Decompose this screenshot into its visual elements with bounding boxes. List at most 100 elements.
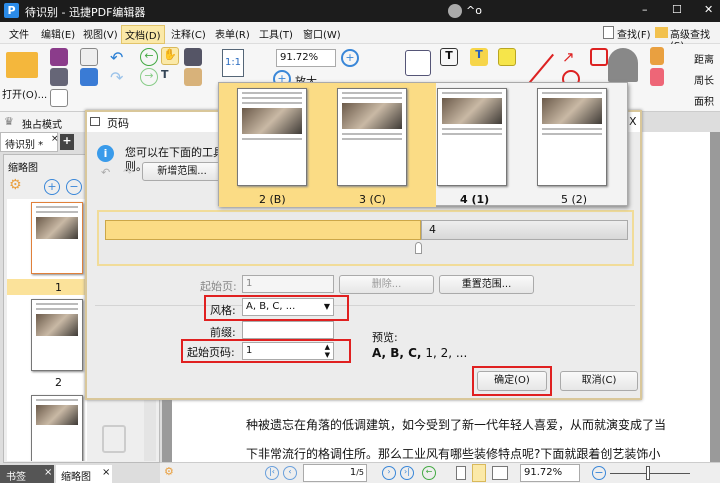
save-icon[interactable] bbox=[50, 48, 68, 66]
menu-bar: 文件 编辑(E) 视图(V) 文档(D) 注释(C) 表单(R) 工具(T) 窗… bbox=[0, 22, 720, 52]
actual-size-icon[interactable]: 1:1 bbox=[222, 49, 244, 77]
settings-gear-icon[interactable]: ⚙ bbox=[164, 465, 174, 478]
menu-comment[interactable]: 注释(C) bbox=[168, 25, 209, 42]
document-tab-close[interactable]: × bbox=[51, 134, 59, 144]
redo-range-icon[interactable]: ↷ bbox=[123, 166, 132, 179]
two-page-icon[interactable] bbox=[492, 466, 508, 480]
bookmarks-close[interactable]: × bbox=[44, 467, 52, 478]
menu-file[interactable]: 文件 bbox=[6, 25, 32, 42]
print-icon[interactable] bbox=[50, 68, 68, 86]
redo-icon[interactable]: ↷ bbox=[110, 68, 128, 87]
style-select[interactable]: A, B, C, ... ▼ bbox=[242, 298, 334, 316]
range-split-handle[interactable] bbox=[415, 242, 422, 254]
typewriter-icon[interactable]: T bbox=[440, 48, 458, 66]
dialog-close-button[interactable]: X bbox=[629, 115, 637, 128]
cancel-button[interactable]: 取消(C) bbox=[560, 371, 638, 391]
thumbnail-page-1[interactable] bbox=[31, 202, 83, 274]
next-page-icon[interactable]: › bbox=[382, 466, 396, 480]
menu-document[interactable]: 文档(D) bbox=[121, 25, 165, 44]
arrow-tool-icon[interactable]: ↗ bbox=[562, 48, 580, 66]
zoom-select[interactable]: 91.72% bbox=[276, 49, 336, 67]
pencil-icon[interactable] bbox=[650, 47, 664, 65]
menu-window[interactable]: 窗口(W) bbox=[300, 25, 344, 42]
popup-page-2[interactable] bbox=[237, 88, 307, 186]
line-tool-icon[interactable] bbox=[528, 53, 554, 85]
zoom-out-thumb-icon[interactable]: − bbox=[66, 179, 82, 195]
page-input[interactable]: 1/5 bbox=[303, 464, 367, 482]
reset-range-button[interactable]: 重置范围... bbox=[439, 275, 534, 294]
preview-label: 预览: bbox=[372, 331, 398, 344]
document-tab[interactable]: 待识别 * × bbox=[0, 132, 59, 152]
thumb-list: 1 2 bbox=[7, 199, 87, 461]
back-view-icon[interactable]: ← bbox=[422, 466, 436, 480]
scan-icon[interactable] bbox=[80, 68, 98, 86]
find-button[interactable]: 查找(F) bbox=[614, 25, 654, 42]
popup-page-4[interactable] bbox=[437, 88, 507, 186]
range-bar-rest[interactable] bbox=[421, 220, 628, 240]
open-folder-icon[interactable] bbox=[6, 52, 38, 78]
menu-edit[interactable]: 编辑(E) bbox=[38, 25, 78, 42]
minimize-button[interactable]: – bbox=[642, 3, 648, 16]
title-bar: P 待识别 - 迅捷PDF编辑器 ^o – ☐ ✕ bbox=[0, 0, 720, 22]
status-zoom-select[interactable]: 91.72% bbox=[520, 464, 580, 482]
note-icon[interactable] bbox=[498, 48, 516, 66]
prefix-input[interactable] bbox=[242, 321, 334, 339]
snapshot-icon[interactable] bbox=[184, 48, 202, 66]
undo-icon[interactable]: ↶ bbox=[110, 48, 128, 67]
eraser-icon[interactable] bbox=[650, 68, 664, 86]
first-page-icon[interactable]: |‹ bbox=[265, 466, 279, 480]
add-range-button[interactable]: 新增范围... bbox=[142, 162, 222, 181]
spinner-icon[interactable]: ▲ ▼ bbox=[325, 343, 330, 359]
bottom-tab-thumbnails[interactable]: 缩略图 × bbox=[56, 465, 112, 483]
polygon-tool-icon[interactable] bbox=[590, 48, 608, 66]
prev-page-icon[interactable]: ‹ bbox=[283, 466, 297, 480]
popup-page-5[interactable] bbox=[537, 88, 607, 186]
textbox-icon[interactable]: T bbox=[470, 48, 488, 66]
back-icon[interactable]: ← bbox=[140, 48, 158, 66]
select-text-icon[interactable]: T bbox=[161, 68, 179, 86]
maximize-button[interactable]: ☐ bbox=[672, 3, 682, 16]
undo-range-icon[interactable]: ↶ bbox=[101, 166, 110, 179]
zoom-in-thumb-icon[interactable]: + bbox=[44, 179, 60, 195]
menu-form[interactable]: 表单(R) bbox=[212, 25, 253, 42]
ok-highlight bbox=[472, 366, 552, 396]
thumbnail-page-3[interactable] bbox=[31, 395, 83, 461]
exclusive-mode-button[interactable]: 独占模式 bbox=[22, 116, 62, 131]
chevron-down-icon: ▼ bbox=[323, 302, 330, 311]
zoom-in-icon[interactable]: + bbox=[341, 49, 359, 67]
clipboard-icon[interactable] bbox=[184, 68, 202, 86]
range-bar-selected[interactable] bbox=[105, 220, 421, 240]
stamp-icon[interactable] bbox=[608, 48, 638, 82]
email-icon[interactable] bbox=[80, 48, 98, 66]
menu-view[interactable]: 视图(V) bbox=[80, 25, 121, 42]
zoom-slider-thumb[interactable] bbox=[646, 466, 650, 480]
bottom-tab-bookmarks[interactable]: 书签 × bbox=[0, 465, 54, 483]
open-button[interactable]: 打开(O)... bbox=[2, 86, 47, 101]
start-page-input[interactable]: 1 bbox=[242, 275, 334, 293]
area-tool[interactable]: 面积 bbox=[694, 93, 714, 108]
popup-page-3[interactable] bbox=[337, 88, 407, 186]
last-page-icon[interactable]: ›| bbox=[400, 466, 414, 480]
thumb-selected-row bbox=[7, 279, 87, 295]
start-number-input[interactable]: 1 ▲ ▼ bbox=[242, 342, 334, 360]
add-tab-button[interactable]: + bbox=[60, 134, 74, 150]
forward-icon[interactable]: → bbox=[140, 68, 158, 86]
zoom-slider[interactable] bbox=[610, 473, 690, 474]
distance-tool[interactable]: 距离 bbox=[694, 51, 714, 66]
thumbnail-page-2[interactable] bbox=[31, 299, 83, 371]
zoom-out-status-icon[interactable]: − bbox=[592, 466, 606, 480]
dialog-icon bbox=[90, 117, 100, 126]
continuous-page-icon[interactable] bbox=[472, 464, 486, 482]
delete-button[interactable]: 删除... bbox=[339, 275, 434, 294]
export-icon[interactable] bbox=[50, 89, 68, 107]
hand-tool-icon[interactable]: ✋ bbox=[161, 47, 179, 65]
single-page-icon[interactable] bbox=[456, 466, 466, 480]
edit-content-icon[interactable] bbox=[405, 50, 431, 76]
start-page-label: 起始页: bbox=[200, 280, 237, 293]
gear-icon[interactable]: ⚙ bbox=[9, 177, 22, 193]
close-button[interactable]: ✕ bbox=[704, 3, 713, 16]
user-avatar[interactable] bbox=[448, 4, 462, 18]
thumbnails-close[interactable]: × bbox=[102, 467, 110, 478]
perimeter-tool[interactable]: 周长 bbox=[694, 72, 714, 87]
menu-tools[interactable]: 工具(T) bbox=[256, 25, 296, 42]
